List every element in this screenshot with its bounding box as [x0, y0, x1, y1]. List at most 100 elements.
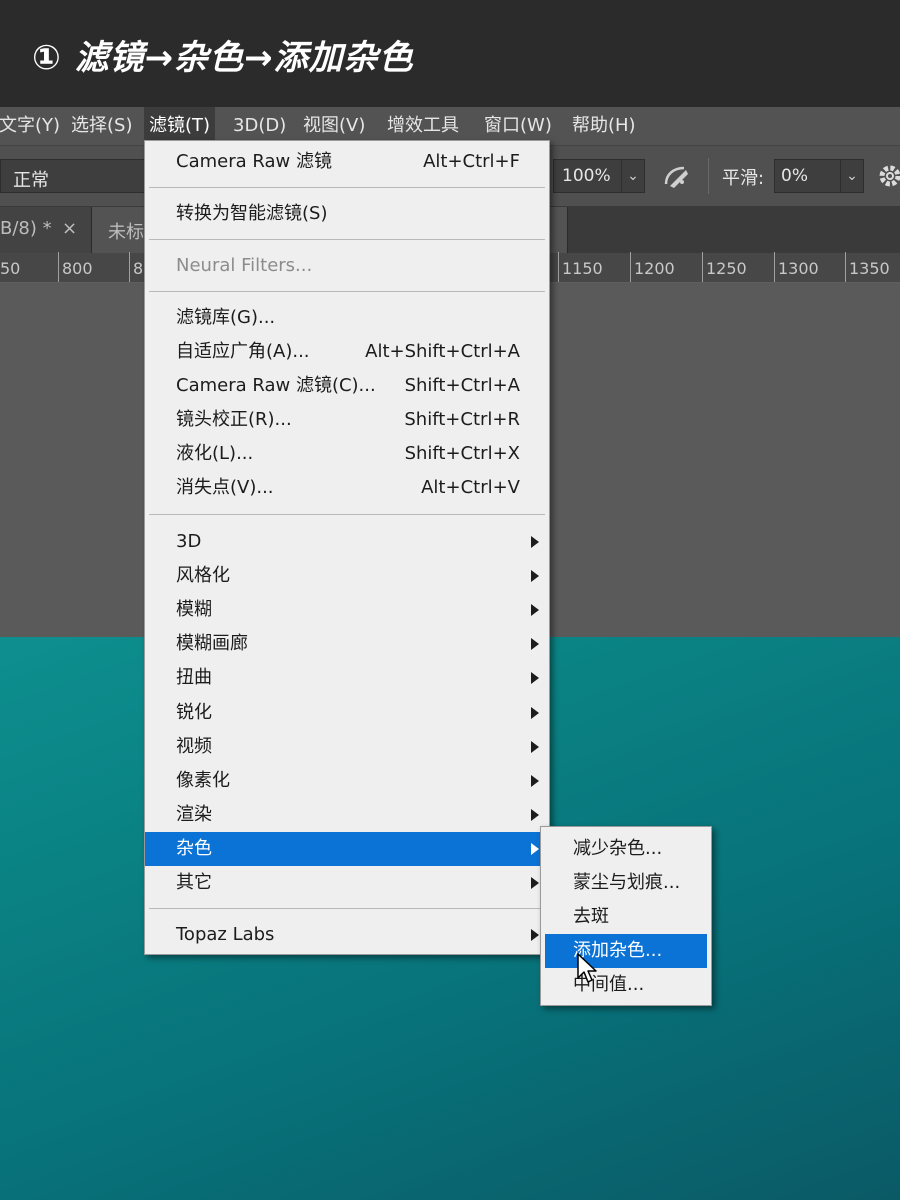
opacity-select[interactable]: 100% ⌄: [553, 159, 645, 193]
ruler-tick: [630, 252, 631, 282]
submenu-item-add-noise[interactable]: 添加杂色...: [545, 934, 707, 968]
menu-item-label: 3D: [176, 531, 202, 552]
menu-item-shortcut: Alt+Ctrl+F: [423, 151, 520, 172]
menu-item-filter-gallery[interactable]: 滤镜库(G)...: [145, 301, 549, 335]
opacity-value: 100%: [562, 166, 611, 186]
menu-item-video[interactable]: 视频: [145, 730, 549, 764]
menu-item-label: 锐化: [176, 702, 212, 723]
menu-item-label: 滤镜库(G)...: [176, 307, 276, 328]
menu-item-distort[interactable]: 扭曲: [145, 661, 549, 695]
menu-item-shortcut: Alt+Shift+Ctrl+A: [365, 341, 520, 362]
submenu-item-despeckle[interactable]: 去斑: [545, 900, 707, 934]
menu-item-sharpen[interactable]: 锐化: [145, 696, 549, 730]
blend-mode-value: 正常: [13, 170, 49, 191]
menu-item-convert-smart-filter[interactable]: 转换为智能滤镜(S): [145, 197, 549, 231]
caption-text: ① 滤镜→杂色→添加杂色: [32, 38, 414, 78]
ruler-label: 1350: [849, 259, 890, 278]
menu-separator: [149, 291, 545, 292]
submenu-arrow-icon: [531, 638, 539, 650]
menu-item-blur[interactable]: 模糊: [145, 593, 549, 627]
submenu-arrow-icon: [531, 877, 539, 889]
menu-item-vanishing-point[interactable]: 消失点(V)... Alt+Ctrl+V: [145, 471, 549, 505]
chevron-down-icon[interactable]: ⌄: [840, 160, 863, 192]
ruler-tick: [129, 252, 130, 282]
menu-item-label: 去斑: [573, 906, 609, 927]
submenu-arrow-icon: [531, 536, 539, 548]
menu-item-label: 模糊: [176, 599, 212, 620]
chevron-down-icon[interactable]: ⌄: [621, 160, 644, 192]
menu-item-render[interactable]: 渲染: [145, 798, 549, 832]
menu-item-label: Camera Raw 滤镜: [176, 151, 332, 172]
menu-item-label: 消失点(V)...: [176, 477, 274, 498]
menu-item-topaz-labs[interactable]: Topaz Labs: [145, 918, 549, 952]
menu-separator: [149, 239, 545, 240]
airbrush-icon[interactable]: [660, 160, 692, 192]
menu-separator: [149, 187, 545, 188]
options-separator: [708, 158, 709, 194]
ruler-tick: [774, 252, 775, 282]
menu-item-adaptive-wide-angle[interactable]: 自适应广角(A)... Alt+Shift+Ctrl+A: [145, 335, 549, 369]
submenu-arrow-icon: [531, 843, 539, 855]
menu-item-noise[interactable]: 杂色: [145, 832, 549, 866]
ruler-label: 1200: [634, 259, 675, 278]
menu-help[interactable]: 帮助(H): [567, 107, 641, 145]
menu-item-stylize[interactable]: 风格化: [145, 559, 549, 593]
submenu-arrow-icon: [531, 809, 539, 821]
menu-item-label: Topaz Labs: [176, 924, 275, 945]
menu-item-3d[interactable]: 3D: [145, 525, 549, 559]
ruler-label: 50: [0, 259, 21, 278]
filter-menu: Camera Raw 滤镜 Alt+Ctrl+F 转换为智能滤镜(S) Neur…: [144, 140, 550, 955]
ruler-tick: [702, 252, 703, 282]
menu-item-label: 模糊画廊: [176, 633, 248, 654]
menu-item-label: 自适应广角(A)...: [176, 341, 310, 362]
submenu-arrow-icon: [531, 570, 539, 582]
submenu-arrow-icon: [531, 672, 539, 684]
menu-item-camera-raw-last[interactable]: Camera Raw 滤镜 Alt+Ctrl+F: [145, 145, 549, 179]
menu-item-other[interactable]: 其它: [145, 866, 549, 900]
ruler-label: 1250: [706, 259, 747, 278]
menu-item-shortcut: Shift+Ctrl+A: [404, 375, 520, 396]
menu-item-liquify[interactable]: 液化(L)... Shift+Ctrl+X: [145, 437, 549, 471]
gear-icon[interactable]: [876, 162, 900, 190]
menu-item-label: 风格化: [176, 565, 230, 586]
menu-item-label: 渲染: [176, 804, 212, 825]
ruler-tick: [58, 252, 59, 282]
submenu-arrow-icon: [531, 604, 539, 616]
menu-item-blur-gallery[interactable]: 模糊画廊: [145, 627, 549, 661]
menu-type[interactable]: 文字(Y): [0, 107, 65, 145]
menu-separator: [149, 514, 545, 515]
blend-mode-select[interactable]: 正常: [0, 159, 160, 193]
ruler-label: 8: [133, 259, 144, 278]
submenu-item-dust-scratches[interactable]: 蒙尘与划痕...: [545, 866, 707, 900]
menu-item-camera-raw[interactable]: Camera Raw 滤镜(C)... Shift+Ctrl+A: [145, 369, 549, 403]
noise-submenu: 减少杂色... 蒙尘与划痕... 去斑 添加杂色... 中间值...: [540, 826, 712, 1006]
submenu-arrow-icon: [531, 929, 539, 941]
menu-select[interactable]: 选择(S): [66, 107, 137, 145]
smoothing-value: 0%: [781, 166, 808, 186]
menu-item-label: 液化(L)...: [176, 443, 254, 464]
menu-item-shortcut: Shift+Ctrl+X: [404, 443, 520, 464]
ruler-tick: [845, 252, 846, 282]
menu-item-pixelate[interactable]: 像素化: [145, 764, 549, 798]
ruler-tick: [558, 252, 559, 282]
ruler-label: 1150: [562, 259, 603, 278]
submenu-item-reduce-noise[interactable]: 减少杂色...: [545, 832, 707, 866]
menu-item-label: 减少杂色...: [573, 838, 663, 859]
close-icon[interactable]: ×: [62, 218, 77, 239]
document-tab[interactable]: B/8) * ×: [0, 207, 92, 253]
menu-item-lens-correction[interactable]: 镜头校正(R)... Shift+Ctrl+R: [145, 403, 549, 437]
mouse-cursor-icon: [577, 953, 597, 983]
smoothing-select[interactable]: 0% ⌄: [774, 159, 864, 193]
ruler-label: 1300: [778, 259, 819, 278]
submenu-arrow-icon: [531, 707, 539, 719]
menu-item-label: Neural Filters...: [176, 255, 313, 276]
menu-item-shortcut: Shift+Ctrl+R: [404, 409, 520, 430]
menu-item-neural-filters: Neural Filters...: [145, 249, 549, 283]
smoothing-label: 平滑:: [722, 168, 765, 189]
menu-item-label: 转换为智能滤镜(S): [176, 203, 328, 224]
menu-item-label: 其它: [176, 872, 212, 893]
menu-item-label: 杂色: [176, 838, 212, 859]
menu-item-label: 镜头校正(R)...: [176, 409, 292, 430]
submenu-item-median[interactable]: 中间值...: [545, 968, 707, 1002]
submenu-arrow-icon: [531, 741, 539, 753]
